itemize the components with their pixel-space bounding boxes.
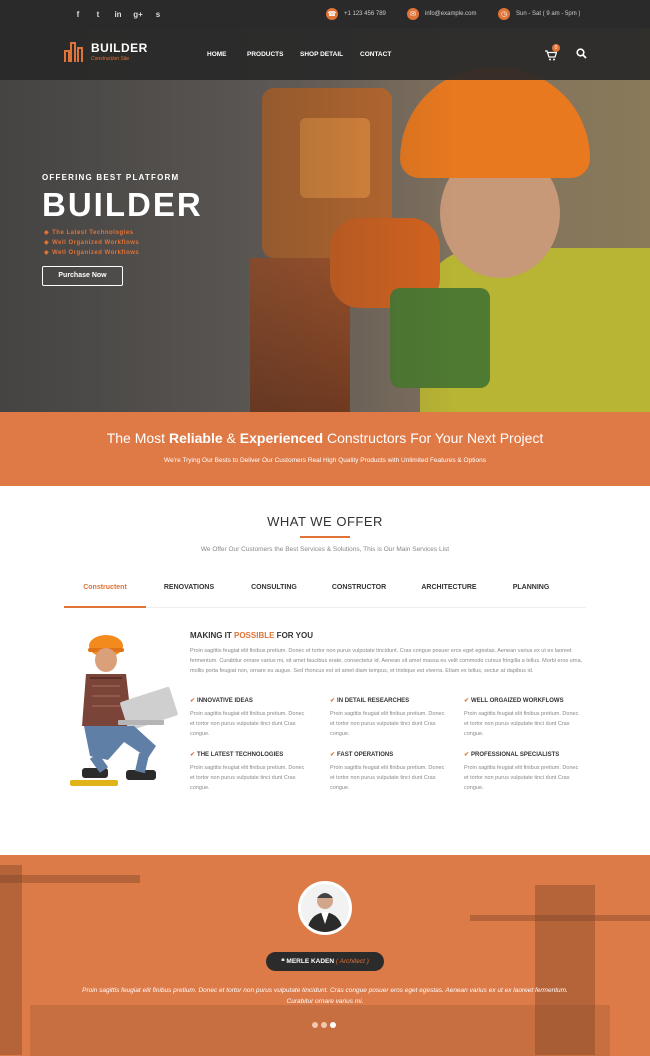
offer-subtitle: We Offer Our Customers the Best Services…: [200, 546, 450, 553]
hero-feature: ◆ The Latest Technologies: [44, 230, 134, 236]
hero-feature-list: ◆ The Latest Technologies ◆ Well Organized…: [44, 228, 139, 258]
hero-feature: ◆ Well Organized Workflows: [44, 240, 140, 246]
top-bar: f t in g+ s ☎ +1 123 456 789 ✉ info@exam…: [0, 0, 650, 28]
feature-item: ✔ FAST OPERATIONS Proin sagittis feugiat …: [330, 752, 445, 791]
check-icon: ✔: [190, 698, 196, 704]
nav-item-contact[interactable]: CONTACT: [360, 51, 391, 58]
opening-hours: Sun - Sat ( 9 am - 5pm ): [516, 11, 581, 17]
bullet-icon: ◆: [44, 240, 50, 246]
tab-constructor[interactable]: CONSTRUCTOR: [324, 574, 394, 608]
skype-icon[interactable]: s: [148, 10, 168, 19]
banner-title: The Most Reliable & Experienced Construc…: [106, 430, 544, 446]
slider-dot[interactable]: [321, 1022, 327, 1028]
tab-constructent[interactable]: Constructent: [64, 574, 146, 608]
tab-renovations[interactable]: RENOVATIONS: [154, 574, 224, 608]
feature-item: ✔ PROFESSIONAL SPECIALISTS Proin sagittis…: [464, 752, 579, 791]
bullet-icon: ◆: [44, 250, 50, 256]
section-paragraph: Proin sagittis feugiat elit finibus pret…: [190, 648, 583, 674]
feature-item: ✔ IN DETAIL RESEARCHES Proin sagittis feu…: [330, 698, 445, 737]
offer-title: WHAT WE OFFER: [267, 514, 383, 529]
phone-number: +1 123 456 789: [344, 11, 386, 17]
page: OFFERING BEST PLATFORM BUILDER ◆ The Late…: [0, 0, 650, 1056]
nav-item-shop-detail[interactable]: SHOP DETAIL: [300, 51, 343, 58]
avatar: [298, 881, 352, 935]
testimonial-quote: Proin sagittis feugiat elit finibus pret…: [82, 987, 568, 1005]
check-icon: ✔: [464, 698, 470, 704]
slider-dot[interactable]: [312, 1022, 318, 1028]
cart-count-badge: 0: [552, 44, 560, 52]
linkedin-icon[interactable]: in: [108, 10, 128, 19]
hero-feature: ◆ Well Organized Workflows: [44, 250, 140, 256]
title-underline: [300, 536, 350, 538]
banner-subtitle: We're Trying Our Bests to Deliver Our Cu…: [164, 457, 486, 464]
building-logo-icon: [64, 42, 86, 62]
tab-planning[interactable]: PLANNING: [496, 574, 566, 608]
purchase-now-button[interactable]: Purchase Now: [42, 266, 123, 286]
feature-item: ✔ WELL ORGAIZED WORKFLOWS Proin sagittis …: [464, 698, 579, 737]
nav-item-products[interactable]: PRODUCTS: [247, 51, 283, 58]
search-icon[interactable]: [576, 48, 587, 62]
mail-icon: ✉: [407, 8, 419, 20]
section-heading: MAKING IT POSSIBLE FOR YOU: [190, 631, 313, 640]
logo-title: BUILDER: [91, 41, 148, 55]
worker-with-laptop-image: [70, 635, 178, 786]
twitter-icon[interactable]: t: [88, 10, 108, 19]
cart-button[interactable]: 0: [545, 44, 560, 61]
facebook-icon[interactable]: f: [68, 10, 88, 19]
hero-subtitle: OFFERING BEST PLATFORM: [42, 173, 180, 182]
nav-item-home[interactable]: HOME: [207, 51, 227, 58]
hero-title: BUILDER: [42, 186, 203, 223]
feature-item: ✔ INNOVATIVE IDEAS Proin sagittis feugiat…: [190, 698, 305, 737]
service-tabs: Constructent RENOVATIONS CONSULTING CONS…: [64, 574, 586, 608]
email-contact: ✉ info@example.com: [407, 0, 476, 28]
testimonial-author: ❝ MERLE KADEN ( Architect ): [266, 952, 384, 971]
tab-architecture[interactable]: ARCHITECTURE: [414, 574, 484, 608]
main-navbar: BUILDER Construction Site HOME PRODUCTS …: [0, 28, 650, 80]
cta-banner: [0, 412, 650, 486]
check-icon: ✔: [464, 752, 470, 758]
logo[interactable]: BUILDER Construction Site: [64, 42, 148, 62]
feature-item: ✔ THE LATEST TECHNOLOGIES Proin sagittis …: [190, 752, 305, 791]
google-plus-icon[interactable]: g+: [128, 10, 148, 19]
clock-icon: ◷: [498, 8, 510, 20]
check-icon: ✔: [330, 752, 336, 758]
phone-icon: ☎: [326, 8, 338, 20]
logo-subtitle: Construction Site: [91, 56, 130, 62]
check-icon: ✔: [190, 752, 196, 758]
phone-contact: ☎ +1 123 456 789: [326, 0, 386, 28]
check-icon: ✔: [330, 698, 336, 704]
hours-contact: ◷ Sun - Sat ( 9 am - 5pm ): [498, 0, 580, 28]
email-address[interactable]: info@example.com: [425, 11, 476, 17]
slider-dots: [312, 1022, 339, 1028]
slider-dot-active[interactable]: [330, 1022, 336, 1028]
bullet-icon: ◆: [44, 230, 50, 236]
social-links: f t in g+ s: [68, 0, 168, 28]
tab-consulting[interactable]: CONSULTING: [239, 574, 309, 608]
